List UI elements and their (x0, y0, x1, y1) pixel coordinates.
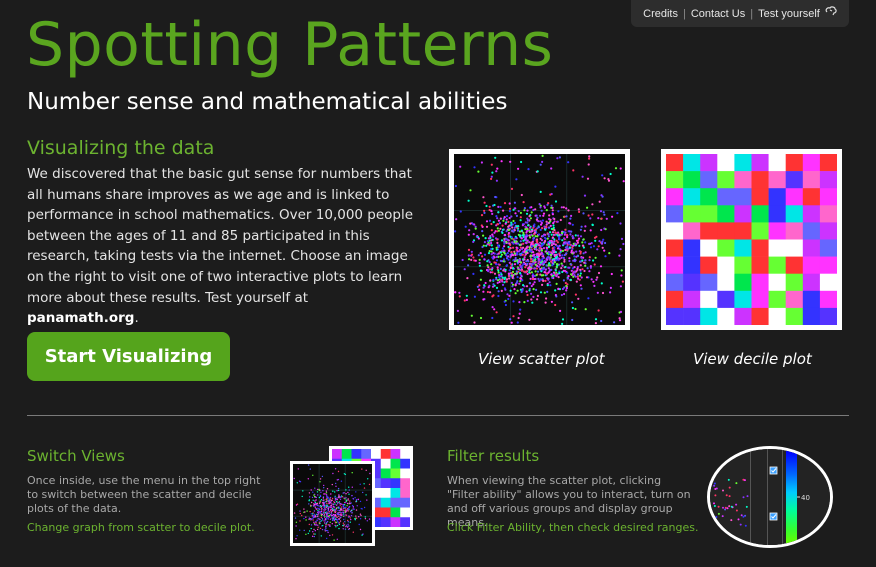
contact-us-link[interactable]: Contact Us (691, 8, 745, 20)
color-scale-label: 40 (801, 494, 810, 502)
nav-separator: | (750, 7, 754, 20)
top-nav: Credits | Contact Us | Test yourself (631, 0, 849, 27)
decile-plot-thumbnail[interactable] (661, 149, 842, 330)
brain-icon[interactable] (825, 6, 837, 16)
checkbox-icon (769, 512, 778, 521)
checkbox-icon (769, 466, 778, 475)
filter-results-hint: Click Filter Ability, then check desired… (447, 521, 699, 534)
decile-cells (666, 154, 837, 325)
decile-plot-image (666, 154, 837, 325)
test-yourself-link[interactable]: Test yourself (758, 8, 820, 20)
credits-link[interactable]: Credits (643, 8, 678, 20)
switch-views-description: Once inside, use the menu in the top rig… (27, 474, 261, 515)
nav-separator: | (682, 7, 686, 20)
scatter-plot-thumbnail[interactable] (449, 149, 630, 330)
page-title: Spotting Patterns (26, 10, 554, 80)
scatter-plot-mini-image (290, 461, 375, 546)
scatter-plot-image (454, 154, 625, 325)
color-scale-bar (786, 451, 797, 543)
filter-ability-zoom-image: 40 (707, 446, 833, 548)
scatter-plot-caption[interactable]: View scatter plot (478, 350, 605, 368)
switch-views-heading: Switch Views (27, 447, 125, 465)
panamath-link[interactable]: panamath.org (27, 310, 134, 326)
section-heading-visualizing: Visualizing the data (27, 137, 215, 159)
intro-text: We discovered that the basic gut sense f… (27, 166, 414, 306)
filter-results-heading: Filter results (447, 447, 540, 465)
scatter-points (293, 464, 372, 543)
start-visualizing-button[interactable]: Start Visualizing (27, 332, 230, 381)
section-divider (27, 415, 849, 416)
intro-end: . (134, 310, 139, 327)
decile-plot-caption[interactable]: View decile plot (693, 350, 812, 368)
scatter-points (454, 154, 625, 325)
switch-views-hint: Change graph from scatter to decile plot… (27, 521, 255, 534)
intro-paragraph: We discovered that the basic gut sense f… (27, 164, 415, 329)
page-subtitle: Number sense and mathematical abilities (27, 89, 508, 115)
